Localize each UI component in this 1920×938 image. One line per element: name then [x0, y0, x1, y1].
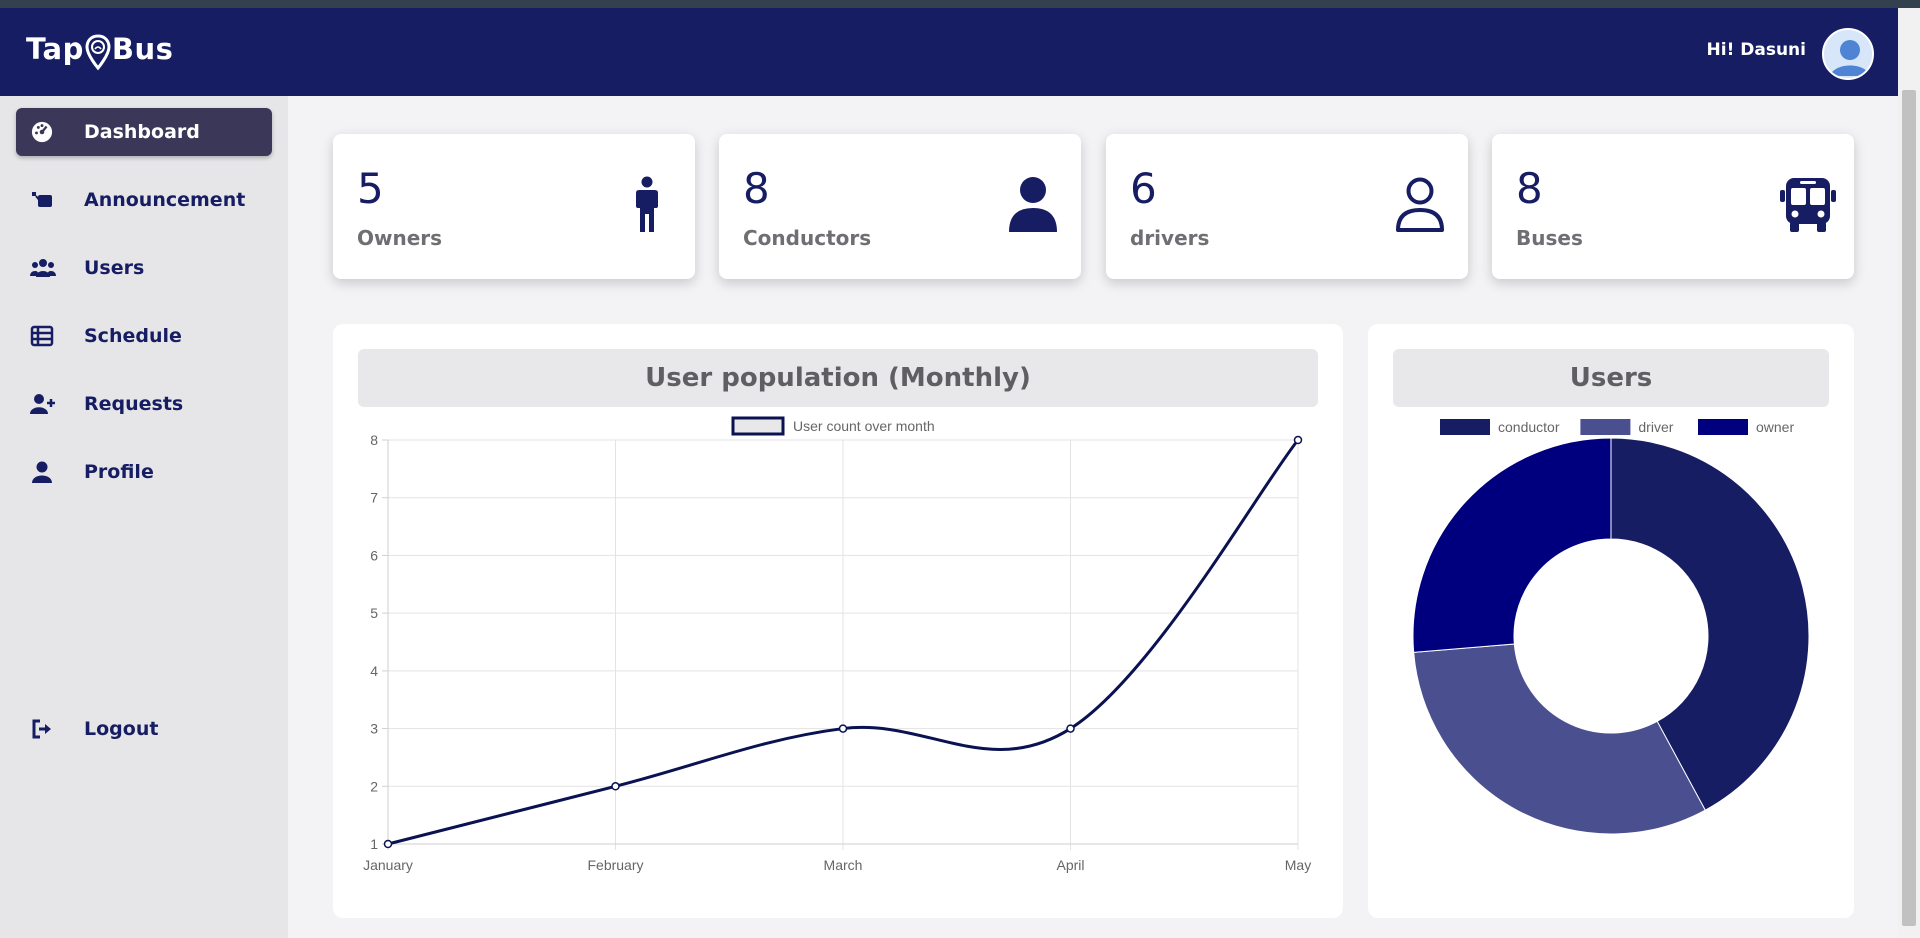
- legend-swatch: [1580, 419, 1631, 435]
- legend-swatch: [1698, 419, 1748, 435]
- user-icon: [30, 461, 54, 483]
- y-tick-label: 2: [370, 778, 378, 794]
- avatar-user-icon: [1824, 30, 1872, 78]
- user-solid-icon: [1007, 176, 1059, 234]
- table-icon: [30, 325, 54, 347]
- pie-chart-panel: Users conductor driver owner: [1368, 324, 1854, 918]
- sidebar-item-schedule[interactable]: Schedule: [16, 312, 272, 360]
- sidebar-item-label: Announcement: [84, 189, 246, 211]
- donut-slice-driver: [1413, 643, 1706, 835]
- sidebar-item-announcement[interactable]: Announcement: [16, 176, 272, 224]
- scrollbar[interactable]: [1898, 8, 1920, 938]
- y-tick-label: 3: [370, 721, 378, 737]
- line-chart: User count over month 1 2 3 4 5 6 7 8 January Febr…: [363, 416, 1311, 873]
- donut-slice-owner: [1412, 437, 1612, 653]
- stat-label: Owners: [357, 226, 443, 250]
- stat-value: 8: [743, 164, 770, 213]
- data-point: [383, 839, 393, 849]
- sidebar-item-requests[interactable]: Requests: [16, 380, 272, 428]
- user-outline-icon: [1394, 176, 1446, 234]
- logout-icon: [30, 718, 54, 740]
- data-point: [611, 782, 620, 791]
- stat-label: Buses: [1516, 226, 1583, 250]
- sidebar-item-profile[interactable]: Profile: [16, 448, 272, 496]
- location-pin-icon: [85, 34, 111, 72]
- x-tick-label: January: [363, 857, 413, 873]
- stat-label: Conductors: [743, 226, 872, 250]
- legend-label: conductor: [1498, 419, 1560, 435]
- stat-card-owners: 5 Owners: [333, 134, 695, 279]
- data-point: [1066, 724, 1075, 733]
- top-header: Tap Bus Hi! Dasuni: [0, 8, 1898, 96]
- y-tick-label: 1: [370, 836, 378, 852]
- logout-label: Logout: [84, 718, 159, 740]
- avatar[interactable]: [1822, 28, 1874, 80]
- y-tick-label: 8: [370, 432, 378, 448]
- logo-text-left: Tap: [26, 32, 84, 66]
- logout-button[interactable]: Logout: [16, 705, 272, 753]
- window-top-bar: [0, 0, 1920, 8]
- y-tick-label: 4: [370, 663, 378, 679]
- sidebar-item-label: Users: [84, 257, 145, 279]
- x-tick-label: February: [587, 857, 643, 873]
- stat-card-buses: 8 Buses: [1492, 134, 1854, 279]
- gauge-icon: [30, 121, 54, 143]
- y-tick-label: 6: [370, 547, 378, 563]
- scrollbar-thumb[interactable]: [1902, 90, 1916, 926]
- legend-swatch: [1440, 419, 1490, 435]
- stat-card-conductors: 8 Conductors: [719, 134, 1081, 279]
- stat-value: 5: [357, 164, 384, 213]
- stat-label: drivers: [1130, 226, 1210, 250]
- pie-chart-title: Users: [1393, 349, 1829, 407]
- logo-text-right: Bus: [111, 32, 174, 66]
- line-chart-title: User population (Monthly): [358, 349, 1318, 407]
- stat-card-drivers: 6 drivers: [1106, 134, 1468, 279]
- legend-label: driver: [1638, 419, 1673, 435]
- sidebar: Dashboard Announcement Users Schedule Re…: [0, 96, 288, 938]
- sidebar-item-users[interactable]: Users: [16, 244, 272, 292]
- x-tick-label: March: [824, 857, 863, 873]
- y-tick-label: 5: [370, 605, 378, 621]
- sidebar-item-label: Requests: [84, 393, 184, 415]
- stat-value: 6: [1130, 164, 1157, 213]
- y-tick-label: 7: [370, 490, 378, 506]
- app-logo[interactable]: Tap Bus: [26, 28, 174, 71]
- main-content: 5 Owners 8 Conductors 6 drivers 8 Buses …: [288, 96, 1898, 938]
- sidebar-item-label: Profile: [84, 461, 154, 483]
- x-tick-label: May: [1285, 857, 1311, 873]
- legend-label: User count over month: [793, 418, 935, 434]
- users-icon: [30, 257, 56, 279]
- sidebar-item-label: Dashboard: [84, 121, 200, 143]
- bus-icon: [1780, 176, 1836, 234]
- line-chart-panel: User population (Monthly) User count ove…: [333, 324, 1343, 918]
- data-point: [838, 724, 848, 733]
- user-greeting: Hi! Dasuni: [1706, 40, 1806, 60]
- person-standing-icon: [621, 176, 673, 234]
- data-point: [1293, 435, 1303, 445]
- x-tick-label: April: [1056, 857, 1084, 873]
- legend-label: owner: [1756, 419, 1794, 435]
- legend-swatch: [731, 416, 785, 436]
- pie-chart: conductor driver owner: [1412, 419, 1810, 835]
- sidebar-item-label: Schedule: [84, 325, 182, 347]
- stat-value: 8: [1516, 164, 1543, 213]
- announcement-icon: [30, 189, 54, 211]
- sidebar-item-dashboard[interactable]: Dashboard: [16, 108, 272, 156]
- user-plus-icon: [30, 393, 55, 415]
